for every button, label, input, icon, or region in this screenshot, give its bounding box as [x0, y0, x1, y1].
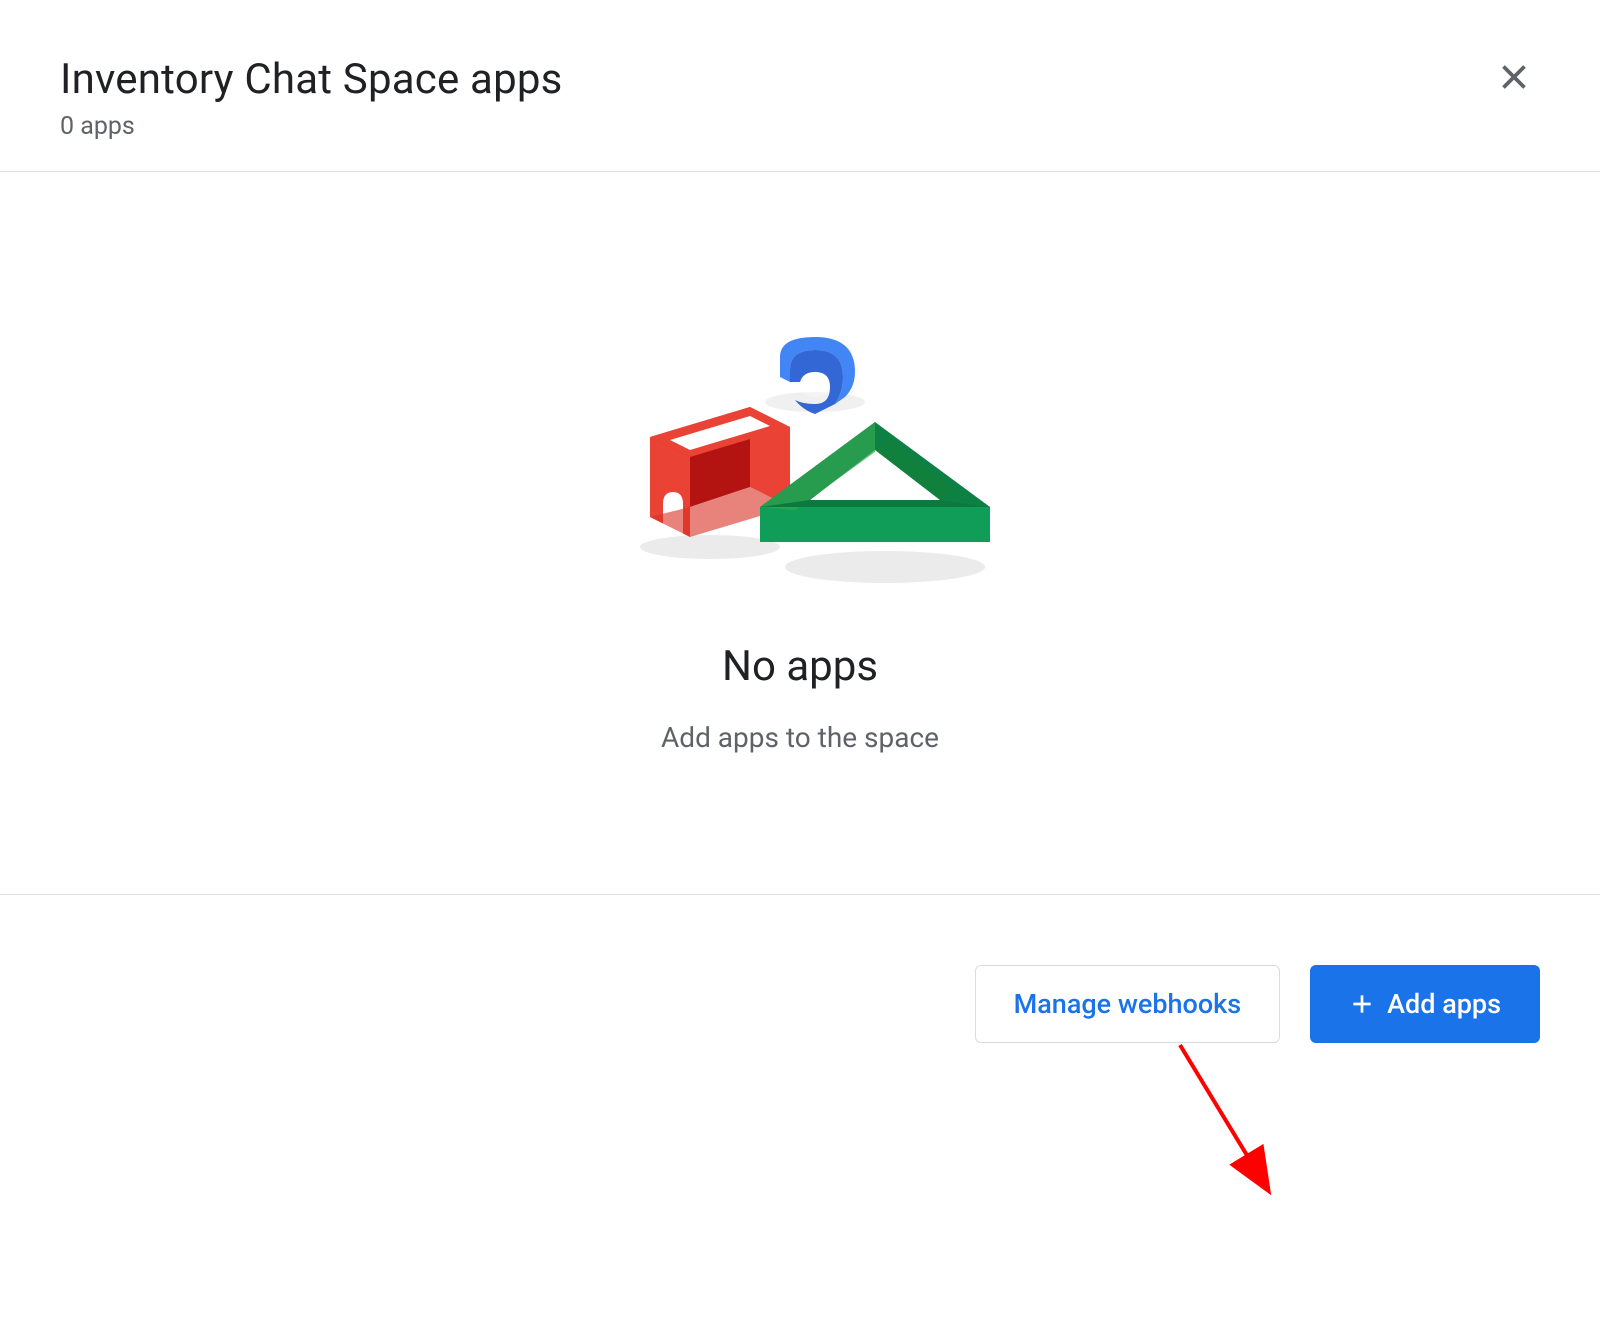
- dialog-subtitle: 0 apps: [60, 112, 563, 141]
- plus-icon: [1349, 991, 1375, 1017]
- add-apps-label: Add apps: [1387, 988, 1501, 1020]
- dialog-footer: Manage webhooks Add apps: [0, 895, 1600, 1043]
- manage-webhooks-label: Manage webhooks: [1014, 988, 1242, 1020]
- add-apps-button[interactable]: Add apps: [1310, 965, 1540, 1043]
- dialog-title: Inventory Chat Space apps: [60, 55, 563, 104]
- empty-state-title: No apps: [722, 642, 878, 691]
- empty-state-subtitle: Add apps to the space: [661, 721, 939, 754]
- manage-webhooks-button[interactable]: Manage webhooks: [975, 965, 1281, 1043]
- annotation-arrow: [1165, 1035, 1295, 1215]
- header-text-group: Inventory Chat Space apps 0 apps: [60, 55, 563, 141]
- empty-state-illustration: [595, 332, 1005, 592]
- close-icon: [1496, 59, 1532, 95]
- close-button[interactable]: [1488, 51, 1540, 106]
- empty-state: No apps Add apps to the space: [0, 172, 1600, 895]
- dialog-header: Inventory Chat Space apps 0 apps: [0, 0, 1600, 172]
